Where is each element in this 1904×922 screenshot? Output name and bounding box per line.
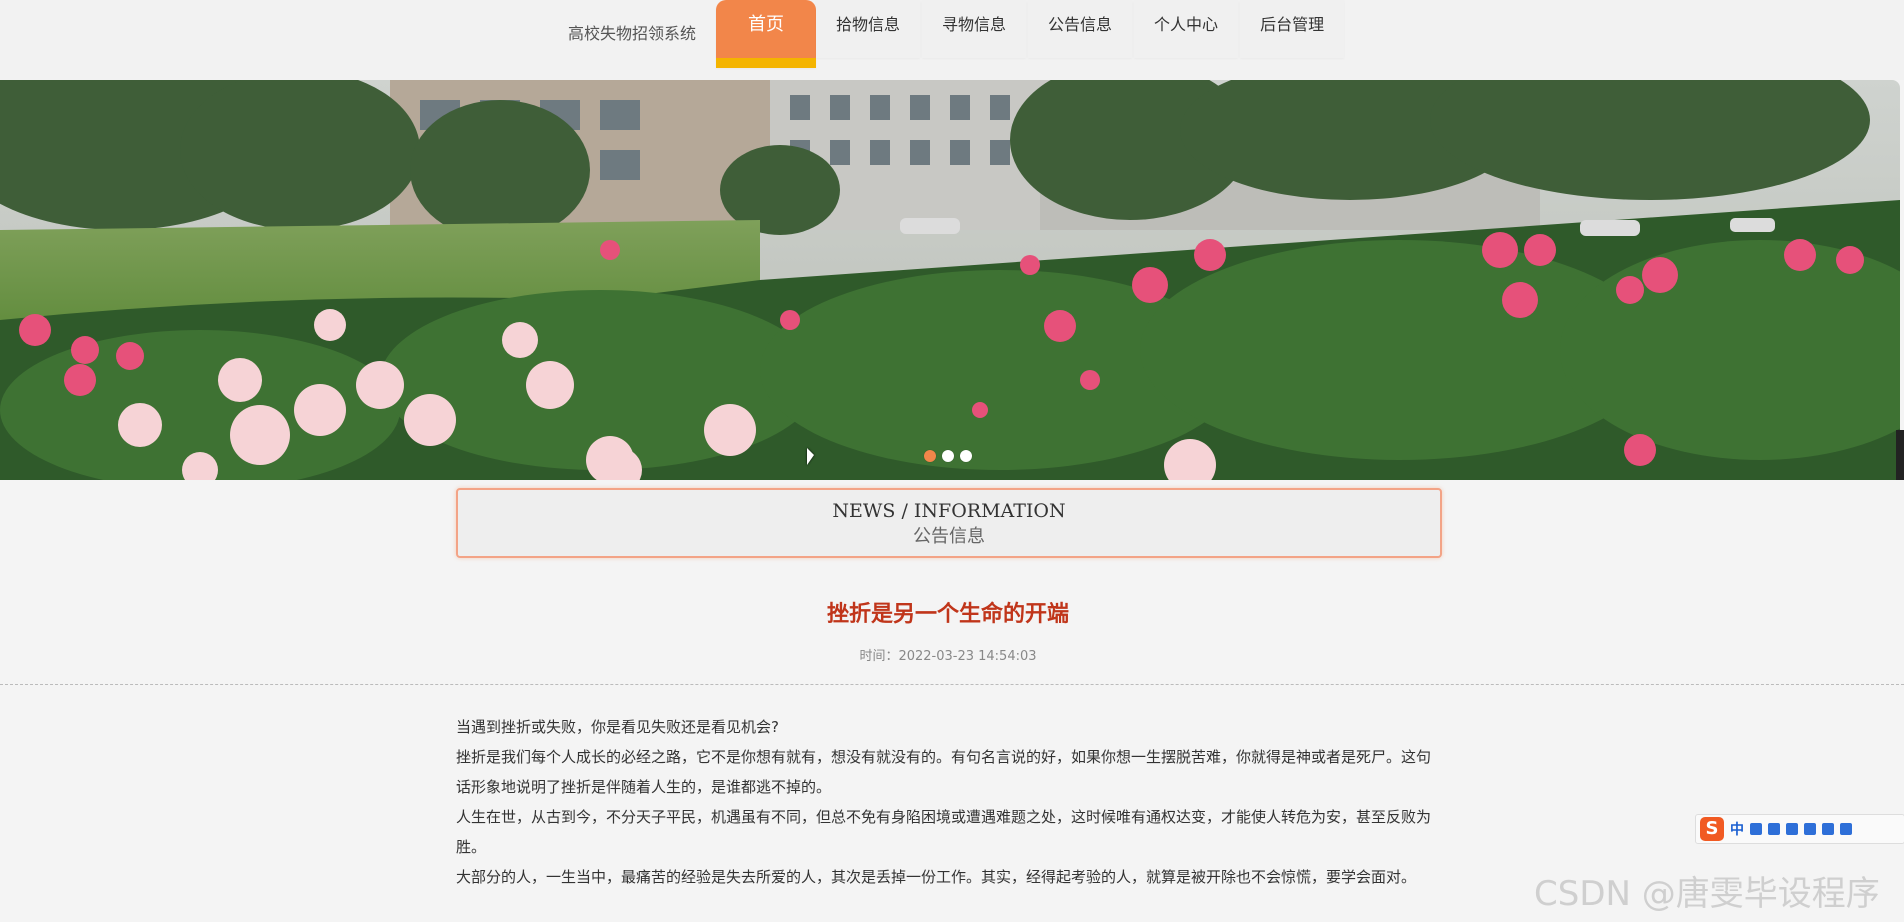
main-nav: 首页 拾物信息 寻物信息 公告信息 个人中心 后台管理 [716, 0, 1346, 68]
section-heading: NEWS / INFORMATION 公告信息 [456, 488, 1442, 558]
banner-carousel[interactable] [0, 80, 1900, 480]
carousel-next-handle[interactable] [1896, 430, 1904, 480]
article-paragraph: 当遇到挫折或失败，你是看见失败还是看见机会? [456, 718, 779, 736]
top-navigation-bar: 高校失物招领系统 首页 拾物信息 寻物信息 公告信息 个人中心 后台管理 [0, 0, 1904, 80]
article-paragraph: 人生在世，从古到今，不分天子平民，机遇虽有不同，但总不免有身陷困境或遭遇难题之处… [456, 808, 1432, 856]
article-time: 时间：2022-03-23 14:54:03 [859, 649, 1037, 664]
article-body: 当遇到挫折或失败，你是看见失败还是看见机会? 挫折是我们每个人成长的必经之路，它… [456, 712, 1438, 892]
article-paragraph: 大部分的人，一生当中，最痛苦的经验是失去所爱的人，其次是丢掉一份工作。其实，经得… [456, 868, 1417, 886]
article-title: 挫折是另一个生命的开端 [826, 602, 1069, 627]
site-title: 高校失物招领系统 [568, 24, 697, 43]
watermark: CSDN @唐雯毕设程序 [1534, 874, 1880, 914]
carousel-dot-3[interactable] [960, 450, 972, 462]
nav-item-home[interactable]: 首页 [716, 0, 816, 68]
punctuation-icon[interactable] [1750, 823, 1762, 835]
ime-language-toggle[interactable]: 中 [1730, 819, 1744, 839]
mascot-icon[interactable] [1840, 823, 1852, 835]
nav-item-admin[interactable]: 后台管理 [1240, 0, 1345, 58]
skin-icon[interactable] [1804, 823, 1816, 835]
carousel-dot-1[interactable] [924, 450, 936, 462]
nav-item-announcements[interactable]: 公告信息 [1028, 0, 1133, 58]
sogou-ime-icon[interactable]: S [1700, 817, 1724, 841]
keyboard-icon[interactable] [1786, 823, 1798, 835]
ime-toolbar[interactable]: S 中 [1695, 814, 1904, 844]
article-paragraph: 挫折是我们每个人成长的必经之路，它不是你想有就有，想没有就没有的。有句名言说的好… [456, 748, 1432, 796]
nav-item-personal-center[interactable]: 个人中心 [1134, 0, 1239, 58]
microphone-icon[interactable] [1768, 823, 1780, 835]
section-title-cn: 公告信息 [913, 526, 985, 547]
mouse-cursor-icon [807, 448, 814, 465]
nav-item-found-items[interactable]: 拾物信息 [816, 0, 921, 58]
toolbox-icon[interactable] [1822, 823, 1834, 835]
nav-item-lost-items[interactable]: 寻物信息 [922, 0, 1027, 58]
section-title-en: NEWS / INFORMATION [832, 500, 1066, 522]
divider [0, 684, 1904, 685]
banner-image [0, 80, 1900, 480]
carousel-indicators [924, 450, 972, 462]
carousel-dot-2[interactable] [942, 450, 954, 462]
